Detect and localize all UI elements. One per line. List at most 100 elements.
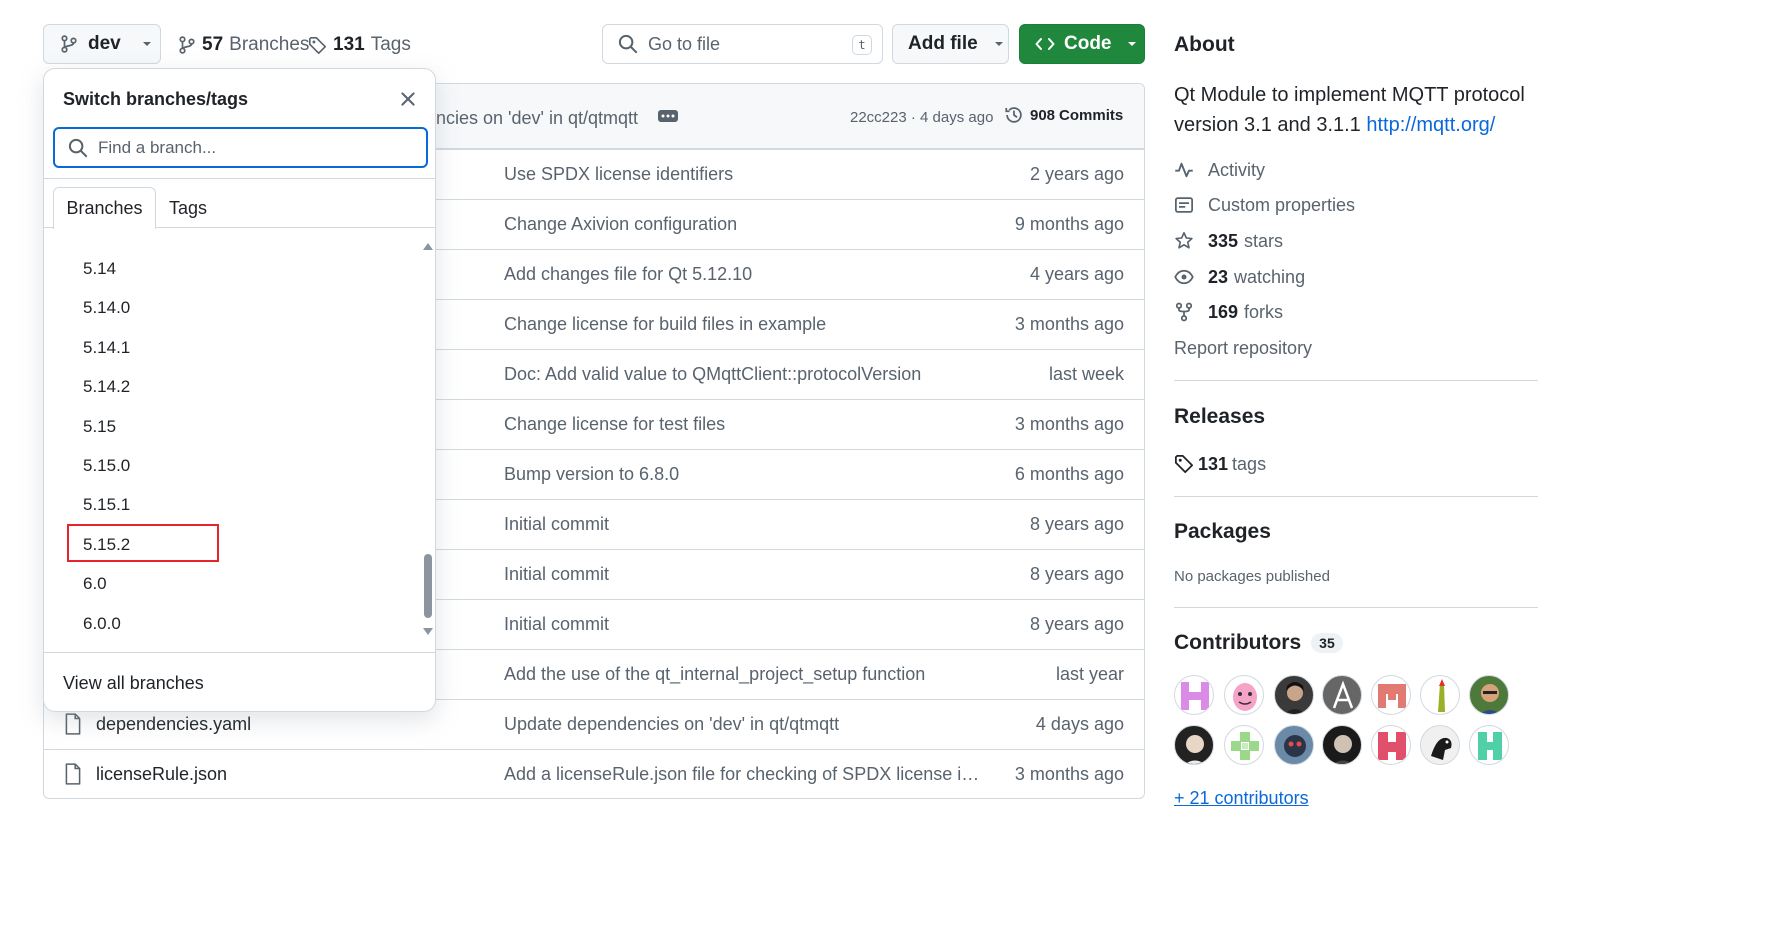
contributor-avatar[interactable] <box>1224 675 1264 715</box>
contributor-avatar[interactable] <box>1420 675 1460 715</box>
add-file-button[interactable]: Add file <box>892 24 1009 64</box>
search-icon <box>68 138 88 157</box>
tab-tags-label: Tags <box>168 197 208 218</box>
packages-heading[interactable]: Packages <box>1174 520 1271 544</box>
commit-message-link[interactable]: Add the use of the qt_internal_project_s… <box>504 664 925 685</box>
go-to-file-input[interactable]: Go to file t <box>602 24 883 64</box>
tags-link[interactable]: 131 Tags <box>308 30 411 60</box>
contributors-heading: Contributors <box>1174 631 1302 654</box>
ellipsis-icon <box>661 114 675 118</box>
commit-message-link[interactable]: Bump version to 6.8.0 <box>504 464 679 485</box>
watching-count: 23 <box>1208 266 1229 287</box>
branch-item[interactable]: 5.15 <box>83 417 116 437</box>
branch-select-button[interactable]: dev <box>43 24 161 64</box>
commits-text: Commits <box>1059 106 1124 124</box>
release-tags-link[interactable]: 131 tags <box>1174 452 1266 476</box>
contributor-avatar[interactable] <box>1371 725 1411 765</box>
tags-text: Tags <box>370 34 411 55</box>
commit-message-link[interactable]: Change license for test files <box>504 414 725 435</box>
scrollbar[interactable] <box>422 241 434 639</box>
tab-tags[interactable]: Tags <box>156 187 220 229</box>
contributor-avatar[interactable] <box>1274 725 1314 765</box>
contributor-avatar[interactable] <box>1371 675 1411 715</box>
code-button[interactable]: Code <box>1019 24 1145 64</box>
forks-link[interactable]: 169 forks <box>1174 300 1283 324</box>
commit-message-link[interactable]: Initial commit <box>504 514 609 535</box>
view-all-branches-link[interactable]: View all branches <box>63 673 204 694</box>
contributor-avatar[interactable] <box>1224 725 1264 765</box>
activity-label: Activity <box>1208 159 1266 180</box>
commit-message-link[interactable]: Add a licenseRule.json file for checking… <box>504 764 984 785</box>
latest-commit-message[interactable]: ncies on 'dev' in qt/qtmqtt <box>436 108 638 129</box>
contributor-avatar[interactable] <box>1274 675 1314 715</box>
commits-link[interactable]: 908 Commits <box>1004 105 1123 125</box>
contributor-avatar[interactable] <box>1174 675 1214 715</box>
branch-item[interactable]: 6.0 <box>83 574 107 594</box>
contributor-avatar[interactable] <box>1174 725 1214 765</box>
scroll-down-icon[interactable] <box>422 627 434 637</box>
commit-message-link[interactable]: Change Axivion configuration <box>504 214 737 235</box>
branch-item[interactable]: 5.14.2 <box>83 377 130 397</box>
tag-icon <box>308 36 327 54</box>
commit-message-link[interactable]: Doc: Add valid value to QMqttClient::pro… <box>504 364 921 385</box>
file-name-link[interactable]: dependencies.yaml <box>96 714 251 735</box>
branch-item[interactable]: 5.14.1 <box>83 338 130 358</box>
commit-message-link[interactable]: Initial commit <box>504 564 609 585</box>
more-contributors-link[interactable]: + 21 contributors <box>1174 788 1309 809</box>
contributor-avatar[interactable] <box>1322 675 1362 715</box>
branch-item[interactable]: 5.14 <box>83 259 116 279</box>
commit-time: last year <box>1055 664 1124 684</box>
commit-time: 3 months ago <box>1014 764 1124 784</box>
branches-link[interactable]: 57 Branches <box>178 30 309 60</box>
commit-time: 3 months ago <box>1014 414 1124 434</box>
contributors-heading-row[interactable]: Contributors 35 <box>1174 631 1343 655</box>
commit-message-link[interactable]: Use SPDX license identifiers <box>504 164 733 185</box>
commit-time: 4 years ago <box>1029 264 1124 284</box>
star-icon <box>1175 232 1193 249</box>
dropdown-title: Switch branches/tags <box>63 89 249 109</box>
branch-search-input[interactable]: Find a branch... <box>53 127 428 168</box>
tab-branches[interactable]: Branches <box>53 187 156 229</box>
stars-label: stars <box>1244 230 1284 251</box>
release-tags-count: 131 <box>1198 453 1229 474</box>
scroll-up-icon[interactable] <box>422 241 434 251</box>
sidebar-divider <box>1174 496 1538 497</box>
contributor-avatar[interactable] <box>1420 725 1460 765</box>
go-to-file-placeholder: Go to file <box>648 33 721 54</box>
contributor-avatar[interactable] <box>1322 725 1362 765</box>
commit-message-link[interactable]: Initial commit <box>504 614 609 635</box>
commit-time: 6 months ago <box>1014 464 1124 484</box>
branch-item[interactable]: 5.15.1 <box>83 495 130 515</box>
commit-time: 8 years ago <box>1029 614 1124 634</box>
releases-heading[interactable]: Releases <box>1174 405 1265 429</box>
commit-message-link[interactable]: Add changes file for Qt 5.12.10 <box>504 264 752 285</box>
stars-link[interactable]: 335 stars <box>1174 229 1283 253</box>
watching-link[interactable]: 23 watching <box>1174 265 1305 289</box>
custom-properties-link[interactable]: Custom properties <box>1174 193 1355 217</box>
contributor-avatar[interactable] <box>1469 725 1509 765</box>
commit-sha-time[interactable]: 22cc223 · 4 days ago <box>850 109 993 126</box>
repo-description: Qt Module to implement MQTT protocol ver… <box>1174 80 1544 140</box>
scrollbar-thumb[interactable] <box>424 554 432 618</box>
eye-icon <box>1174 269 1194 285</box>
caret-down-icon <box>142 42 151 46</box>
tags-count: 131 <box>333 34 365 55</box>
close-button[interactable] <box>398 89 418 109</box>
repo-homepage-link[interactable]: http://mqtt.org/ <box>1366 114 1495 136</box>
branches-text: Branches <box>229 34 310 55</box>
branch-item[interactable]: 5.15.0 <box>83 456 130 476</box>
branch-icon <box>61 35 77 53</box>
commit-ellipsis-button[interactable] <box>658 110 678 122</box>
commit-message-link[interactable]: Change license for build files in exampl… <box>504 314 826 335</box>
commit-message-link[interactable]: Update dependencies on 'dev' in qt/qtmqt… <box>504 714 839 735</box>
branch-item[interactable]: 6.0.0 <box>83 614 121 634</box>
contributor-avatar[interactable] <box>1469 675 1509 715</box>
report-repository-link[interactable]: Report repository <box>1174 336 1312 360</box>
caret-down-icon <box>994 42 1003 46</box>
activity-link[interactable]: Activity <box>1174 158 1265 182</box>
commit-time: last week <box>1048 364 1124 384</box>
file-icon <box>64 713 82 740</box>
branch-item[interactable]: 5.14.0 <box>83 298 130 318</box>
sidebar-divider <box>1174 607 1538 608</box>
file-name-link[interactable]: licenseRule.json <box>96 764 227 785</box>
